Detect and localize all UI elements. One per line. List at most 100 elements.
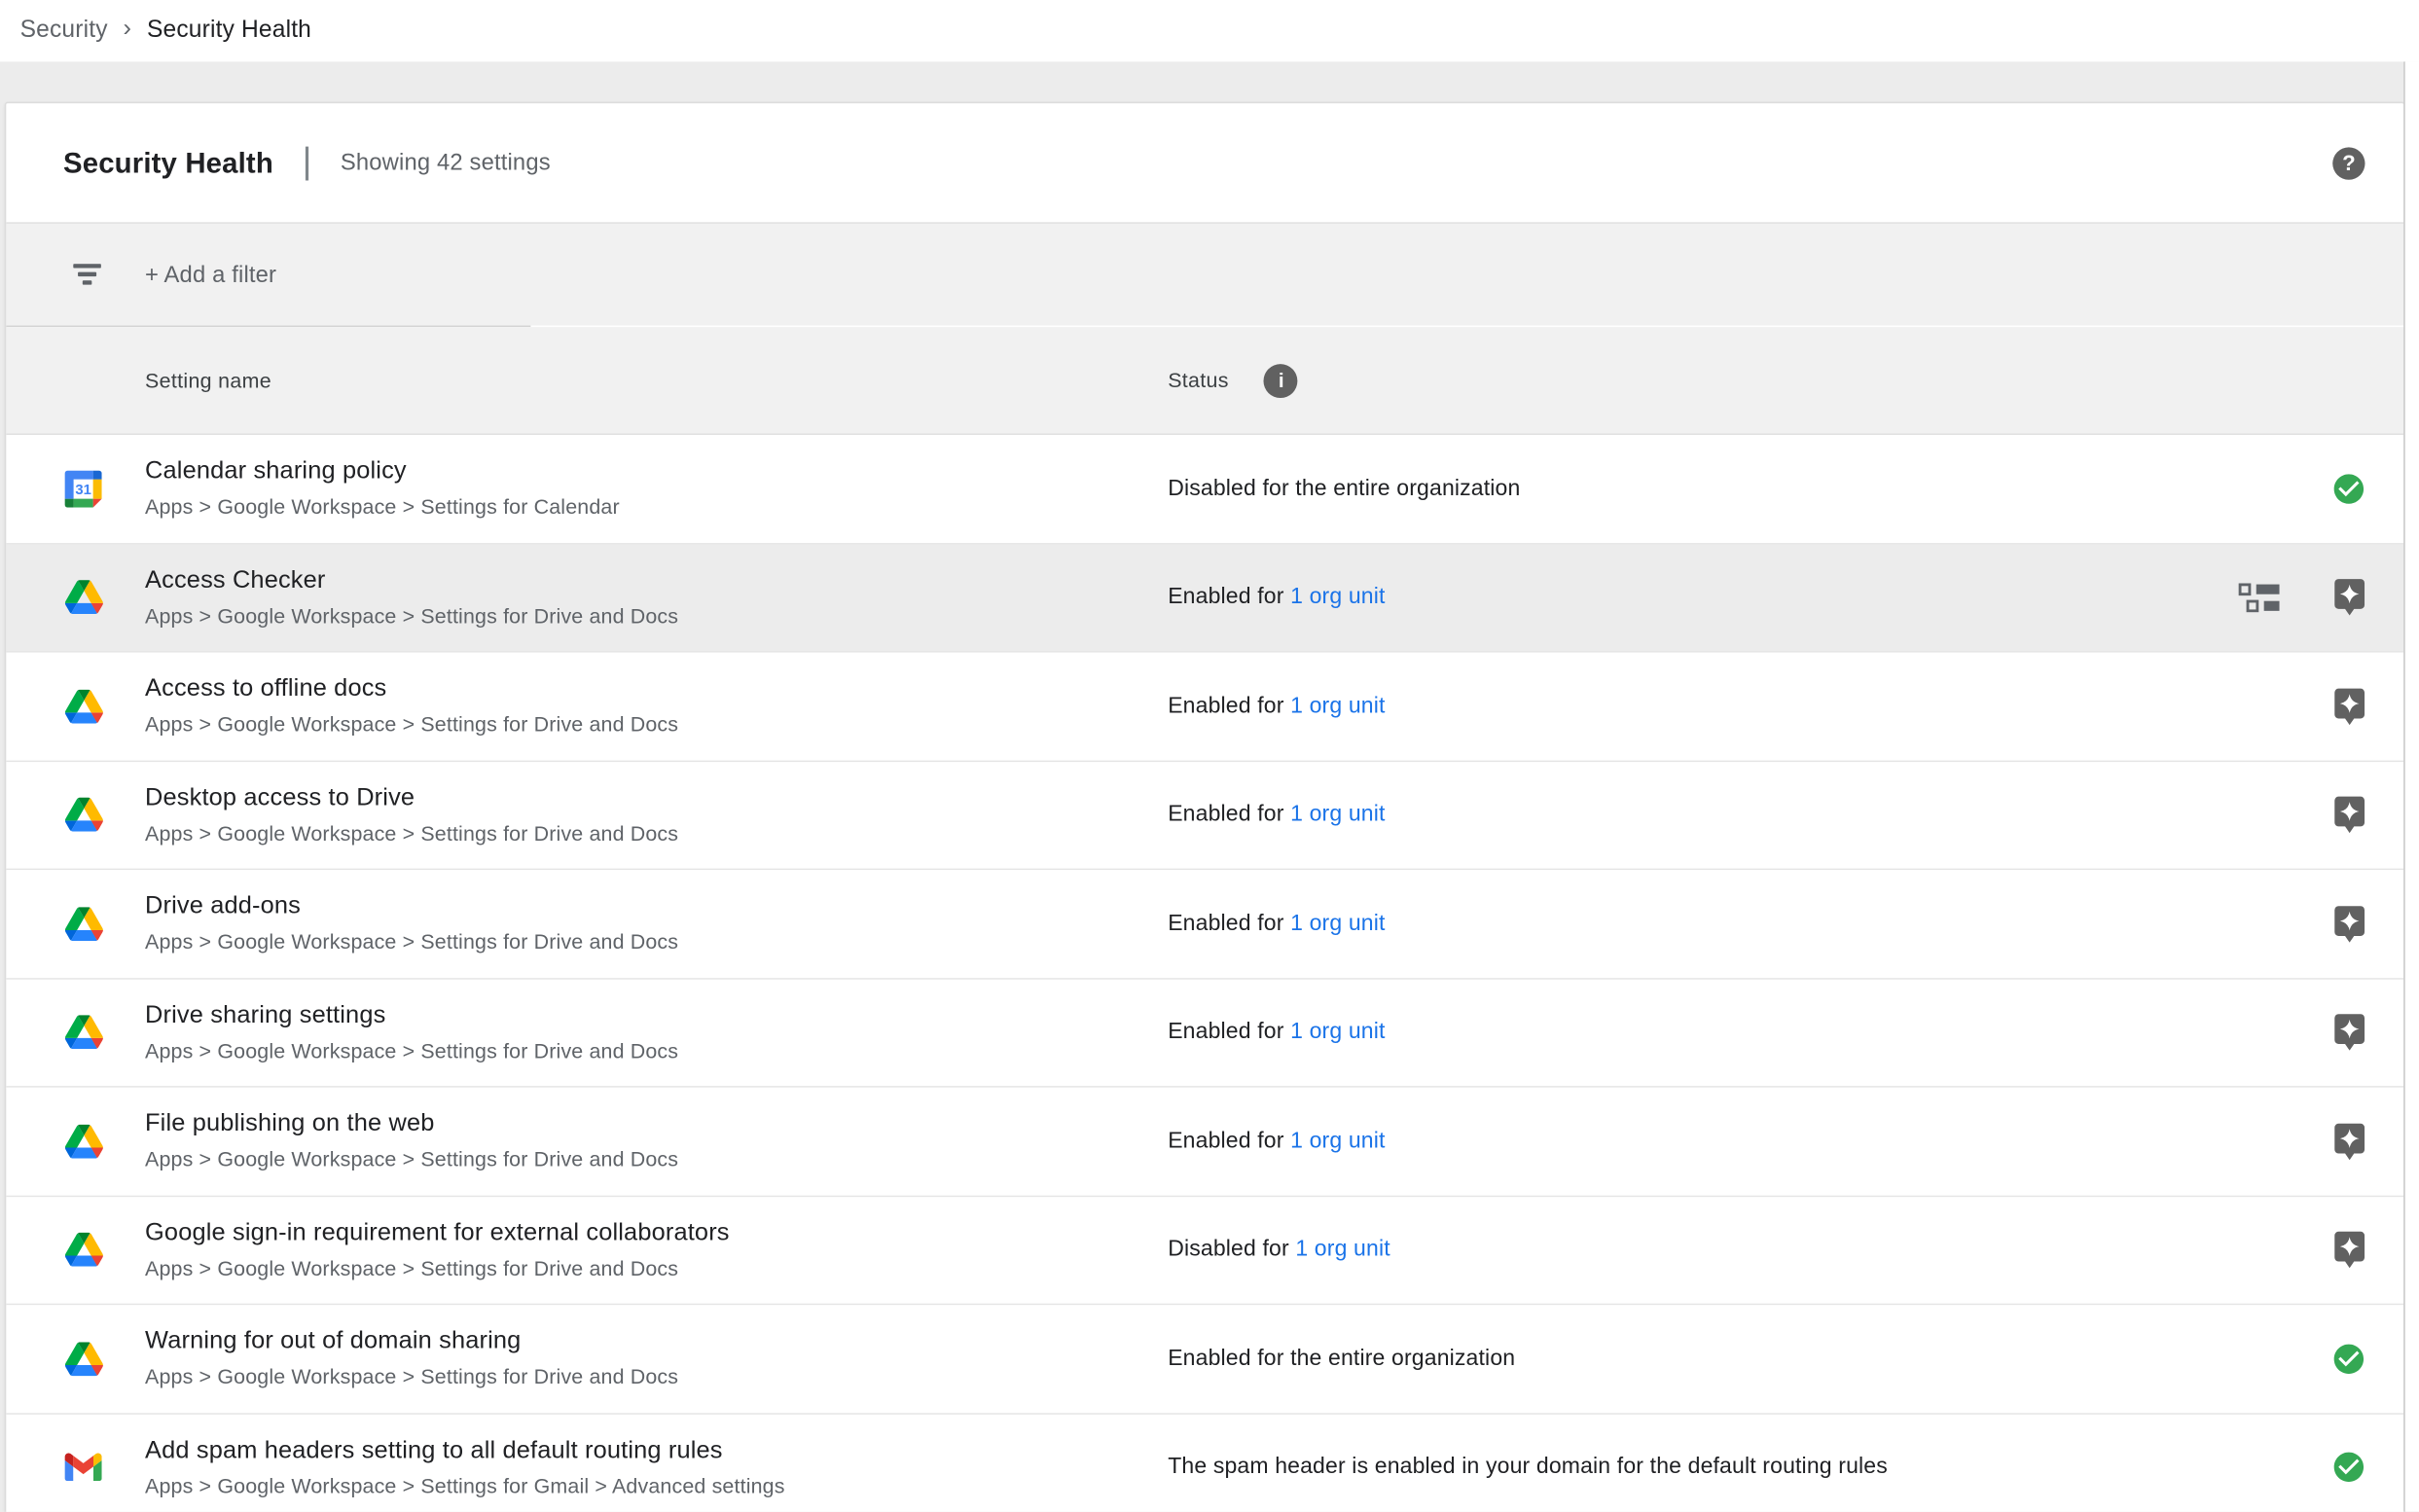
status-text: Enabled for — [1168, 912, 1290, 936]
setting-path: Apps > Google Workspace > Settings for D… — [145, 1143, 678, 1175]
setting-status: Enabled for 1 org unit — [1168, 694, 1385, 718]
vertical-scrollbar[interactable] — [2403, 61, 2419, 1511]
org-unit-link[interactable]: 1 org unit — [1290, 694, 1385, 718]
setting-name: Access Checker — [145, 562, 678, 599]
title-divider — [306, 146, 307, 180]
breadcrumb-chevron-icon: › — [124, 16, 132, 44]
recommendation-flag-icon[interactable] — [2332, 904, 2366, 944]
status-text: Enabled for — [1168, 694, 1290, 718]
status-text: Enabled for — [1168, 1020, 1290, 1044]
org-unit-link[interactable]: 1 org unit — [1290, 1129, 1385, 1153]
setting-status: Enabled for the entire organization — [1168, 1347, 1515, 1371]
drive-icon — [63, 1233, 103, 1267]
org-unit-link[interactable]: 1 org unit — [1295, 1238, 1390, 1262]
setting-name: Calendar sharing policy — [145, 454, 620, 491]
org-unit-link[interactable]: 1 org unit — [1290, 585, 1385, 609]
drive-icon — [64, 1233, 103, 1267]
drive-icon — [63, 581, 103, 615]
drive-icon — [63, 689, 103, 723]
row-indicators — [2332, 686, 2366, 726]
table-row[interactable]: File publishing on the web Apps > Google… — [6, 1088, 2403, 1197]
add-filter-button[interactable]: + Add a filter — [145, 262, 276, 288]
setting-path: Apps > Google Workspace > Settings for D… — [145, 817, 678, 849]
table-row[interactable]: Add spam headers setting to all default … — [6, 1414, 2403, 1512]
setting-name: Warning for out of domain sharing — [145, 1324, 678, 1361]
recommendation-flag-icon[interactable] — [2332, 1230, 2366, 1270]
drive-icon — [64, 907, 103, 941]
info-glyph: i — [1279, 369, 1284, 392]
table-row[interactable]: Warning for out of domain sharing Apps >… — [6, 1305, 2403, 1414]
row-indicators — [2332, 1230, 2366, 1270]
setting-path: Apps > Google Workspace > Settings for D… — [145, 599, 678, 631]
recommendation-flag-icon[interactable] — [2332, 686, 2366, 726]
setting-status: Enabled for 1 org unit — [1168, 1129, 1385, 1153]
status-text: Enabled for the entire organization — [1168, 1347, 1515, 1371]
row-indicators — [2332, 1012, 2366, 1052]
settings-count: Showing 42 settings — [341, 150, 551, 176]
setting-path: Apps > Google Workspace > Settings for D… — [145, 708, 678, 740]
filter-icon[interactable] — [73, 264, 102, 285]
setting-status: Enabled for 1 org unit — [1168, 912, 1385, 936]
svg-text:31: 31 — [75, 483, 91, 498]
setting-path: Apps > Google Workspace > Settings for D… — [145, 1252, 730, 1284]
table-row[interactable]: Google sign-in requirement for external … — [6, 1197, 2403, 1306]
calendar-icon: 31 — [65, 470, 102, 507]
setting-name: Desktop access to Drive — [145, 780, 678, 817]
setting-status: Enabled for 1 org unit — [1168, 1020, 1385, 1044]
row-indicators — [2331, 1450, 2366, 1485]
setting-status: Disabled for the entire organization — [1168, 477, 1520, 501]
status-text: Disabled for — [1168, 1238, 1295, 1262]
table-row[interactable]: Drive sharing settings Apps > Google Wor… — [6, 979, 2403, 1088]
drive-icon — [64, 1016, 103, 1050]
table-row[interactable]: Desktop access to Drive Apps > Google Wo… — [6, 761, 2403, 870]
recommendation-flag-icon[interactable] — [2332, 795, 2366, 835]
page-title: Security Health — [63, 146, 273, 180]
table-row[interactable]: 31 Calendar sharing policy Apps > Google… — [6, 435, 2403, 544]
column-status: Status — [1168, 369, 1229, 392]
recommendation-flag-icon[interactable] — [2332, 577, 2366, 617]
setting-status: Disabled for 1 org unit — [1168, 1238, 1390, 1262]
drive-icon — [64, 1342, 103, 1376]
status-text: The spam header is enabled in your domai… — [1168, 1455, 1888, 1479]
row-indicators — [2239, 577, 2367, 617]
card-header: Security Health Showing 42 settings ? — [6, 103, 2403, 224]
breadcrumb-current-page: Security Health — [147, 17, 311, 45]
org-unit-link[interactable]: 1 org unit — [1290, 1020, 1385, 1044]
setting-status: Enabled for 1 org unit — [1168, 585, 1385, 609]
row-indicators — [2332, 1121, 2366, 1161]
setting-path: Apps > Google Workspace > Settings for G… — [145, 1470, 785, 1502]
check-circle-icon — [2331, 471, 2366, 506]
org-units-icon — [2239, 583, 2281, 612]
row-indicators — [2332, 904, 2366, 944]
table-row[interactable]: Access to offline docs Apps > Google Wor… — [6, 653, 2403, 762]
setting-name: Drive sharing settings — [145, 997, 678, 1034]
status-info-icon[interactable]: i — [1264, 363, 1298, 397]
recommendation-flag-icon[interactable] — [2332, 1121, 2366, 1161]
setting-name: File publishing on the web — [145, 1106, 678, 1143]
setting-path: Apps > Google Workspace > Settings for D… — [145, 926, 678, 958]
drive-icon — [64, 1124, 103, 1158]
status-text: Enabled for — [1168, 803, 1290, 827]
breadcrumb: Security › Security Health — [0, 0, 2419, 61]
setting-path: Apps > Google Workspace > Settings for D… — [145, 1034, 678, 1066]
drive-icon — [63, 907, 103, 941]
status-text: Enabled for — [1168, 1129, 1290, 1153]
status-text: Disabled for the entire organization — [1168, 477, 1520, 501]
org-unit-link[interactable]: 1 org unit — [1290, 912, 1385, 936]
table-row[interactable]: Drive add-ons Apps > Google Workspace > … — [6, 870, 2403, 979]
security-health-card: Security Health Showing 42 settings ? + … — [5, 102, 2405, 1512]
table-row[interactable]: Access Checker Apps > Google Workspace >… — [6, 544, 2403, 653]
setting-status: Enabled for 1 org unit — [1168, 803, 1385, 827]
setting-path: Apps > Google Workspace > Settings for D… — [145, 1361, 678, 1393]
settings-list: 31 Calendar sharing policy Apps > Google… — [6, 435, 2403, 1512]
org-unit-link[interactable]: 1 org unit — [1290, 803, 1385, 827]
breadcrumb-security[interactable]: Security — [20, 17, 108, 45]
row-indicators — [2331, 1341, 2366, 1376]
recommendation-flag-icon[interactable] — [2332, 1012, 2366, 1052]
drive-icon — [63, 1342, 103, 1376]
help-icon[interactable]: ? — [2332, 147, 2365, 179]
setting-name: Access to offline docs — [145, 671, 678, 708]
setting-name: Drive add-ons — [145, 889, 678, 926]
filter-bar: + Add a filter — [6, 224, 2403, 326]
calendar-icon: 31 — [63, 470, 103, 507]
